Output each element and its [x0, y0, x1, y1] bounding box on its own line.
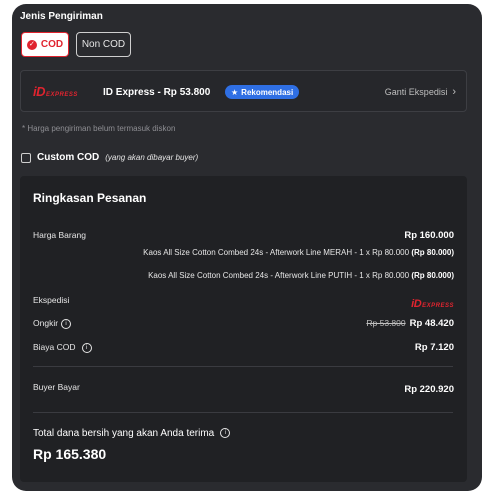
cod-fee-label: Biaya COD i: [33, 342, 92, 353]
divider: [33, 366, 453, 367]
custom-cod-label: Custom COD: [37, 152, 100, 163]
custom-cod-hint: (yang akan dibayar buyer): [105, 153, 199, 162]
shipping-fee-label: Ongkir i: [33, 318, 72, 329]
buyer-pay-label: Buyer Bayar: [33, 382, 80, 392]
shipping-old-price: Rp 53.800: [366, 318, 406, 328]
goods-price-value: Rp 160.000: [404, 230, 454, 241]
shipping-panel: Jenis Pengiriman ✓ COD Non COD iDEXPRESS…: [12, 4, 482, 491]
check-circle-icon: ✓: [26, 39, 37, 50]
custom-cod-row[interactable]: Custom COD (yang akan dibayar buyer): [21, 152, 198, 163]
divider: [33, 412, 453, 413]
summary-title: Ringkasan Pesanan: [33, 191, 147, 205]
chevron-right-icon: ›: [452, 86, 456, 98]
custom-cod-checkbox[interactable]: [21, 152, 31, 163]
id-express-logo-small: iDEXPRESS: [411, 298, 454, 310]
shipping-fee-value: Rp 53.800 Rp 48.420: [366, 318, 454, 329]
cod-fee-value: Rp 7.120: [414, 342, 454, 353]
courier-label: Ekspedisi: [33, 295, 70, 305]
shipping-note: * Harga pengiriman belum termasuk diskon: [22, 124, 176, 133]
info-icon[interactable]: i: [61, 318, 72, 329]
net-total-value: Rp 165.380: [33, 446, 107, 462]
cod-option-label: COD: [40, 39, 64, 50]
order-summary: Ringkasan Pesanan Harga Barang Rp 160.00…: [20, 176, 467, 482]
goods-price-label: Harga Barang: [33, 230, 86, 240]
id-express-logo: iDEXPRESS: [33, 84, 78, 99]
net-total-label: Total dana bersih yang akan Anda terima i: [33, 428, 231, 439]
info-icon[interactable]: i: [220, 428, 231, 439]
star-icon: ★: [231, 87, 239, 97]
recommended-badge: ★ Rekomendasi: [225, 85, 300, 99]
courier-card[interactable]: iDEXPRESS ID Express - Rp 53.800 ★ Rekom…: [20, 70, 467, 112]
list-item: Kaos All Size Cotton Combed 24s - Afterw…: [143, 248, 454, 257]
buyer-pay-value: Rp 220.920: [404, 384, 454, 395]
non-cod-option-button[interactable]: Non COD: [76, 32, 131, 57]
non-cod-option-label: Non COD: [81, 39, 126, 50]
cod-option-button[interactable]: ✓ COD: [21, 32, 69, 57]
info-icon[interactable]: i: [81, 342, 92, 353]
courier-name-price: ID Express - Rp 53.800: [103, 87, 211, 98]
list-item: Kaos All Size Cotton Combed 24s - Afterw…: [148, 271, 454, 280]
section-title: Jenis Pengiriman: [20, 11, 103, 22]
change-courier-link[interactable]: Ganti Ekspedisi ›: [385, 86, 456, 98]
